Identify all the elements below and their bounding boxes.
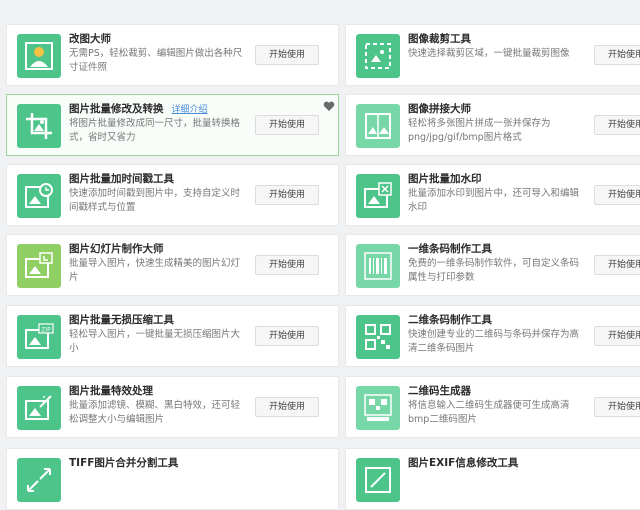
crop-image-icon xyxy=(17,104,61,148)
tool-card[interactable]: 图片批量加水印 批量添加水印到图片中，还可导入和编辑水印 开始使用 xyxy=(345,164,640,226)
start-button[interactable]: 开始使用 xyxy=(255,255,319,275)
start-button[interactable]: 开始使用 xyxy=(255,397,319,417)
tool-card[interactable]: 改图大师 无需PS，轻松裁剪、编辑图片做出各种尺寸证件照 开始使用 xyxy=(6,24,339,86)
start-button[interactable]: 开始使用 xyxy=(594,185,640,205)
tool-desc: 快速选择裁剪区域，一键批量裁剪图像 xyxy=(408,48,570,59)
tool-title: 图像裁剪工具 xyxy=(408,33,471,45)
svg-text:ZIP: ZIP xyxy=(41,327,51,334)
tool-card[interactable]: 二维条码制作工具 快速创建专业的二维码与条码并保存为高清二维条码图片 开始使用 xyxy=(345,305,640,367)
tool-title: 图片批量加水印 xyxy=(408,173,482,185)
tool-title: 二维码生成器 xyxy=(408,385,471,397)
clock-image-icon xyxy=(17,174,61,218)
zip-image-icon: ZIP xyxy=(17,315,61,359)
tool-desc: 将信息输入二维码生成器便可生成高清bmp二维码图片 xyxy=(408,400,570,425)
tool-desc: 免费的一维条码制作软件，可自定义条码属性与打印参数 xyxy=(408,258,580,283)
tool-desc: 轻松导入图片，一键批量无损压缩图片大小 xyxy=(69,329,241,354)
start-button[interactable]: 开始使用 xyxy=(594,397,640,417)
tool-title: 改图大师 xyxy=(69,33,111,45)
tool-title: 一维条码制作工具 xyxy=(408,243,492,255)
tool-card[interactable]: 图像裁剪工具 快速选择裁剪区域，一键批量裁剪图像 开始使用 xyxy=(345,24,640,86)
tool-card[interactable]: 图片批量加时间戳工具 快速添加时间戳到图片中，支持自定义时间戳样式与位置 开始使… xyxy=(6,164,339,226)
start-button[interactable]: 开始使用 xyxy=(594,45,640,65)
tool-title: 图像拼接大师 xyxy=(408,103,471,115)
tool-card[interactable]: ZIP 图片批量无损压缩工具 轻松导入图片，一键批量无损压缩图片大小 开始使用 xyxy=(6,305,339,367)
exif-edit-icon xyxy=(356,458,400,502)
start-button[interactable]: 开始使用 xyxy=(594,115,640,135)
qr-generator-icon xyxy=(356,386,400,430)
tool-card[interactable]: 图片批量特效处理 批量添加滤镜、模糊、黑白特效，还可轻松调整大小与编辑图片 开始… xyxy=(6,376,339,438)
tool-desc: 无需PS，轻松裁剪、编辑图片做出各种尺寸证件照 xyxy=(69,48,243,73)
magic-wand-image-icon xyxy=(17,386,61,430)
tool-title-text: 图片批量修改及转换 xyxy=(69,103,164,115)
tool-desc: 批量添加水印到图片中，还可导入和编辑水印 xyxy=(408,188,580,213)
tool-title: 二维条码制作工具 xyxy=(408,314,492,326)
image-stitch-icon xyxy=(356,104,400,148)
heart-icon[interactable] xyxy=(323,97,335,116)
tool-card[interactable]: 图片幻灯片制作大师 批量导入图片，快速生成精美的图片幻灯片 开始使用 xyxy=(6,234,339,296)
tool-title: 图片批量加时间戳工具 xyxy=(69,173,174,185)
tool-title: 图片幻灯片制作大师 xyxy=(69,243,164,255)
tool-card[interactable]: 图像拼接大师 轻松将多张图片拼成一张并保存为png/jpg/gif/bmp图片格… xyxy=(345,94,640,156)
slideshow-icon xyxy=(17,244,61,288)
tool-title: 图片批量无损压缩工具 xyxy=(69,314,174,326)
tool-title: 图片批量修改及转换 详细介绍 xyxy=(69,101,208,116)
crop-frame-icon xyxy=(356,34,400,78)
tool-desc: 快速添加时间戳到图片中，支持自定义时间戳样式与位置 xyxy=(69,188,241,213)
start-button[interactable]: 开始使用 xyxy=(255,45,319,65)
tool-desc: 批量导入图片，快速生成精美的图片幻灯片 xyxy=(69,258,241,283)
tool-title: TIFF图片合并分割工具 xyxy=(69,457,179,469)
start-button[interactable]: 开始使用 xyxy=(255,326,319,346)
detail-link[interactable]: 详细介绍 xyxy=(172,105,208,115)
tool-card[interactable]: 一维条码制作工具 免费的一维条码制作软件，可自定义条码属性与打印参数 开始使用 xyxy=(345,234,640,296)
tool-card[interactable]: 图片EXIF信息修改工具 xyxy=(345,448,640,510)
tool-card[interactable]: 图片批量修改及转换 详细介绍 将图片批量修改成同一尺寸，批量转换格式，省时又省力 … xyxy=(6,94,339,156)
start-button[interactable]: 开始使用 xyxy=(255,115,319,135)
tool-card[interactable]: TIFF图片合并分割工具 xyxy=(6,448,339,510)
start-button[interactable]: 开始使用 xyxy=(255,185,319,205)
id-photo-icon xyxy=(17,34,61,78)
tool-desc: 将图片批量修改成同一尺寸，批量转换格式，省时又省力 xyxy=(69,118,241,143)
tool-title: 图片EXIF信息修改工具 xyxy=(408,457,519,469)
start-button[interactable]: 开始使用 xyxy=(594,255,640,275)
tool-title: 图片批量特效处理 xyxy=(69,385,153,397)
barcode-icon xyxy=(356,244,400,288)
tool-desc: 批量添加滤镜、模糊、黑白特效，还可轻松调整大小与编辑图片 xyxy=(69,400,241,425)
watermark-icon xyxy=(356,174,400,218)
tool-card[interactable]: 二维码生成器 将信息输入二维码生成器便可生成高清bmp二维码图片 开始使用 xyxy=(345,376,640,438)
start-button[interactable]: 开始使用 xyxy=(594,326,640,346)
tool-desc: 轻松将多张图片拼成一张并保存为png/jpg/gif/bmp图片格式 xyxy=(408,118,551,143)
qrcode-icon xyxy=(356,315,400,359)
tool-desc: 快速创建专业的二维码与条码并保存为高清二维条码图片 xyxy=(408,329,580,354)
merge-split-icon xyxy=(17,458,61,502)
